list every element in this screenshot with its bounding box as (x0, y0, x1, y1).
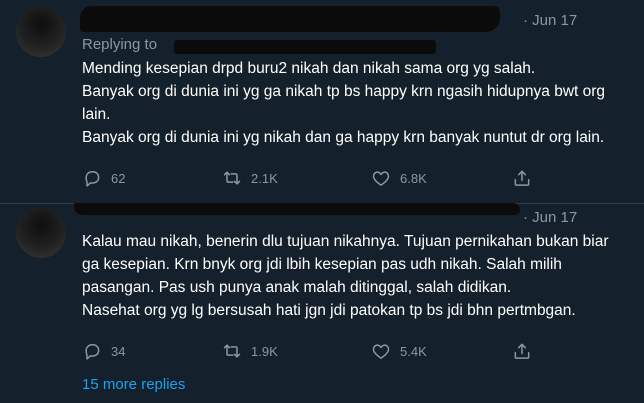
avatar[interactable] (16, 208, 66, 258)
reply-count: 34 (111, 343, 126, 359)
like-icon (372, 344, 390, 359)
reply-icon (85, 344, 100, 360)
tweet-actions: 34 1.9K 5.4K (82, 340, 542, 362)
share-button[interactable] (512, 340, 532, 362)
tweet-text-line: Banyak org di dunia ini yg nikah dan ga … (82, 129, 605, 146)
like-icon (372, 171, 390, 186)
reply-button[interactable]: 34 (82, 340, 125, 362)
replying-to: Replying to (82, 36, 157, 53)
reply-count: 62 (111, 170, 126, 186)
share-icon (514, 170, 530, 186)
retweet-count: 1.9K (251, 343, 278, 359)
tweet-date[interactable]: Jun 17 (532, 12, 577, 29)
reply-icon (85, 171, 100, 187)
redacted-user-name (74, 203, 520, 215)
retweet-icon (223, 344, 241, 358)
tweet-text-line: Kalau mau nikah, benerin dlu tujuan nika… (82, 233, 609, 296)
tweet-text-line: Nasehat org yg lg bersusah hati jgn jdi … (82, 302, 576, 319)
replying-to-label: Replying to (82, 36, 158, 53)
more-replies-link[interactable]: 15 more replies (82, 376, 185, 393)
tweet-actions: 62 2.1K 6.8K (82, 167, 542, 189)
share-button[interactable] (512, 167, 532, 189)
tweet-text-line: Banyak org di dunia ini yg ga nikah tp b… (82, 83, 606, 123)
tweet-text: Mending kesepian drpd buru2 nikah dan ni… (82, 57, 627, 149)
retweet-button[interactable]: 1.9K (222, 340, 278, 362)
tweet-meta: · Jun 17 (523, 12, 578, 29)
retweet-count: 2.1K (251, 170, 278, 186)
tweet-date[interactable]: Jun 17 (532, 209, 577, 226)
redacted-user-name (80, 6, 500, 32)
retweet-button[interactable]: 2.1K (222, 167, 278, 189)
tweet-text-line: Mending kesepian drpd buru2 nikah dan ni… (82, 60, 536, 77)
reply-button[interactable]: 62 (82, 167, 125, 189)
tweet-1: · Jun 17 Replying to Mending kesepian dr… (0, 0, 644, 203)
like-button[interactable]: 6.8K (371, 167, 427, 189)
tweet-2: · Jun 17 Kalau mau nikah, benerin dlu tu… (0, 203, 644, 403)
like-count: 6.8K (400, 170, 427, 186)
tweet-text: Kalau mau nikah, benerin dlu tujuan nika… (82, 230, 627, 322)
retweet-icon (223, 171, 241, 185)
avatar[interactable] (16, 7, 66, 57)
like-button[interactable]: 5.4K (371, 340, 427, 362)
redacted-mention (174, 40, 436, 54)
like-count: 5.4K (400, 343, 427, 359)
tweet-meta: · Jun 17 (523, 209, 578, 226)
share-icon (514, 343, 530, 359)
